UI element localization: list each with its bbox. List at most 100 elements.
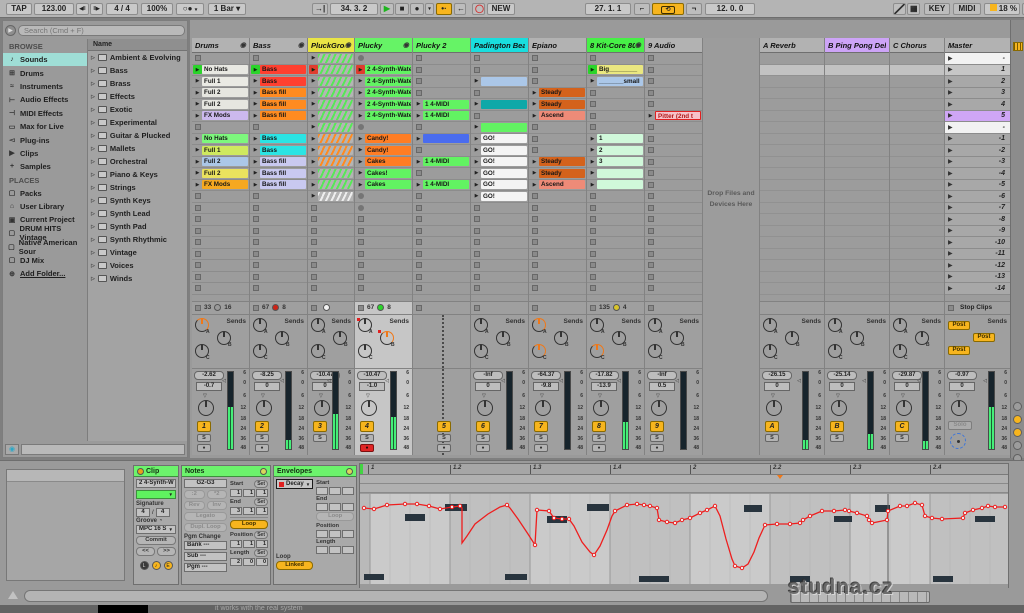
return-slot[interactable] — [760, 145, 824, 157]
arm-button[interactable]: ● — [255, 444, 269, 452]
clip-slot[interactable]: ▶Bass — [250, 134, 307, 146]
clip-slot[interactable] — [529, 249, 586, 261]
clip-slot[interactable]: ▶Steady — [529, 99, 586, 111]
mixer-section-toggle-0[interactable] — [1013, 402, 1022, 411]
clip-slot[interactable] — [529, 214, 586, 226]
clip-slot[interactable] — [645, 157, 702, 169]
clip[interactable] — [481, 77, 527, 86]
envelope-device-select[interactable]: Decay▼ — [276, 479, 313, 489]
disclosure-icon[interactable]: ▷ — [91, 198, 95, 204]
post-button-a[interactable]: Post — [948, 321, 970, 330]
clip-slot[interactable] — [587, 191, 644, 203]
track-header[interactable]: A Reverb — [760, 38, 824, 53]
groove-select[interactable]: MPC 16 S▼ — [136, 525, 176, 534]
folder-row[interactable]: ▷Mallets — [88, 142, 187, 155]
clip-play-icon[interactable]: ▶ — [251, 100, 260, 109]
folder-row[interactable]: ▷Effects — [88, 90, 187, 103]
volume-field[interactable]: -8.25 — [252, 371, 282, 380]
sidebar-item-instruments[interactable]: ≈ Instruments — [3, 80, 87, 93]
mixer-section-toggle-1[interactable] — [1013, 415, 1022, 424]
clip[interactable]: FX Mods — [202, 111, 248, 120]
clip-slot[interactable] — [587, 272, 644, 284]
clip-play-icon[interactable]: ▶ — [356, 65, 365, 74]
double-time-button[interactable]: *2 — [207, 490, 228, 499]
clip-slot[interactable] — [587, 260, 644, 272]
clip[interactable]: Bass — [260, 146, 306, 155]
clip[interactable]: No Hats — [202, 65, 248, 74]
solo-button[interactable]: S — [197, 434, 211, 442]
clip-slot[interactable] — [529, 122, 586, 134]
track-activator[interactable]: 8 — [592, 421, 606, 432]
clip-play-icon[interactable]: ▶ — [309, 169, 318, 178]
return-slot[interactable] — [760, 99, 824, 111]
clip-slot[interactable] — [645, 203, 702, 215]
sidebar-item-native-american-sour[interactable]: ▢ Native American Sour — [3, 240, 87, 253]
clip[interactable]: GO! — [481, 180, 527, 189]
clip-slot[interactable]: ▶2 4-Synth-Water — [355, 111, 412, 123]
clip-play-icon[interactable]: ▶ — [588, 157, 597, 166]
clip-play-icon[interactable]: ▶ — [414, 180, 423, 189]
preview-scrub-bar[interactable] — [21, 444, 185, 455]
track-header[interactable]: Plucky◉ — [355, 38, 412, 53]
env-position-sixteenth[interactable] — [342, 530, 354, 538]
return-slot[interactable] — [825, 99, 889, 111]
clip-slot[interactable]: ▶Ascend — [529, 111, 586, 123]
clip-slot[interactable] — [192, 122, 249, 134]
track-stop-icon[interactable] — [358, 305, 364, 311]
folder-row[interactable]: ▷Piano & Keys — [88, 168, 187, 181]
clip-play-icon[interactable]: ▶ — [251, 134, 260, 143]
scene--[interactable]: ▶- — [945, 53, 1010, 65]
record-button[interactable]: ● — [410, 3, 424, 15]
clip-play-icon[interactable]: ▶ — [530, 111, 539, 120]
clip[interactable]: Cakes — [365, 157, 411, 166]
clip-slot[interactable]: ▶Full 1 — [192, 76, 249, 88]
clip-play-icon[interactable]: ▶ — [309, 88, 318, 97]
clip-slot[interactable] — [587, 99, 644, 111]
return-slot[interactable] — [825, 53, 889, 65]
clip-play-icon[interactable]: ▶ — [251, 88, 260, 97]
env-start-sixteenth[interactable] — [342, 487, 354, 495]
clip-slot[interactable] — [413, 249, 470, 261]
return-slot[interactable] — [890, 88, 944, 100]
track-header[interactable]: 9 Audio — [645, 38, 702, 53]
clip-name-field[interactable]: 2 4-Synth-W — [136, 479, 176, 488]
preview-toggle-icon[interactable]: ◉ — [5, 444, 19, 455]
clip-play-icon[interactable]: ▶ — [356, 88, 365, 97]
clip-play-icon[interactable]: ▶ — [530, 88, 539, 97]
start-bar[interactable]: 1 — [230, 489, 242, 497]
sidebar-item-add-folder-[interactable]: ⊕ Add Folder... — [3, 267, 87, 280]
clip-play-icon[interactable]: ▶ — [356, 180, 365, 189]
key-map-button[interactable]: KEY — [924, 3, 950, 15]
folder-row[interactable]: ▷Bass — [88, 64, 187, 77]
launch-box-toggle[interactable]: L — [140, 561, 149, 570]
clip-slot[interactable] — [645, 88, 702, 100]
clip-slot[interactable]: ▶No Hats — [192, 134, 249, 146]
volume-field[interactable]: -Inf — [473, 371, 503, 380]
length-bar[interactable]: 2 — [230, 558, 242, 566]
drop-files-hint[interactable]: Drop Files andDevices Here — [703, 188, 759, 210]
automation-arm-button[interactable]: •· — [436, 3, 452, 15]
sidebar-item-samples[interactable]: + Samples — [3, 160, 87, 173]
pan-knob[interactable] — [477, 400, 493, 416]
sidebar-item-plug-ins[interactable]: ◅ Plug-ins — [3, 133, 87, 146]
clip-slot[interactable] — [355, 249, 412, 261]
env-length-sixteenth[interactable] — [342, 546, 354, 554]
clip-slot[interactable] — [645, 226, 702, 238]
clip-slot[interactable] — [355, 283, 412, 295]
clip-slot[interactable] — [529, 65, 586, 77]
clip[interactable]: Ascend — [539, 180, 585, 189]
pan-knob[interactable] — [198, 400, 214, 416]
clip-slot[interactable] — [308, 249, 354, 261]
clip-play-icon[interactable]: ▶ — [530, 100, 539, 109]
clip-slot[interactable] — [413, 260, 470, 272]
clip-slot[interactable]: ▶Pitter (2nd t — [645, 111, 702, 123]
clip-play-icon[interactable]: ▶ — [414, 111, 423, 120]
group-slot[interactable]: ▶ — [308, 76, 354, 88]
clip-play-icon[interactable]: ▶ — [193, 88, 202, 97]
volume-field[interactable]: -2.62 — [194, 371, 224, 380]
clip-slot[interactable]: ▶Bass fill — [250, 111, 307, 123]
clip-slot[interactable]: ▶GO! — [471, 157, 528, 169]
return-slot[interactable] — [890, 145, 944, 157]
arm-button[interactable]: ● — [437, 444, 451, 452]
crossfader-knob[interactable] — [950, 433, 966, 449]
